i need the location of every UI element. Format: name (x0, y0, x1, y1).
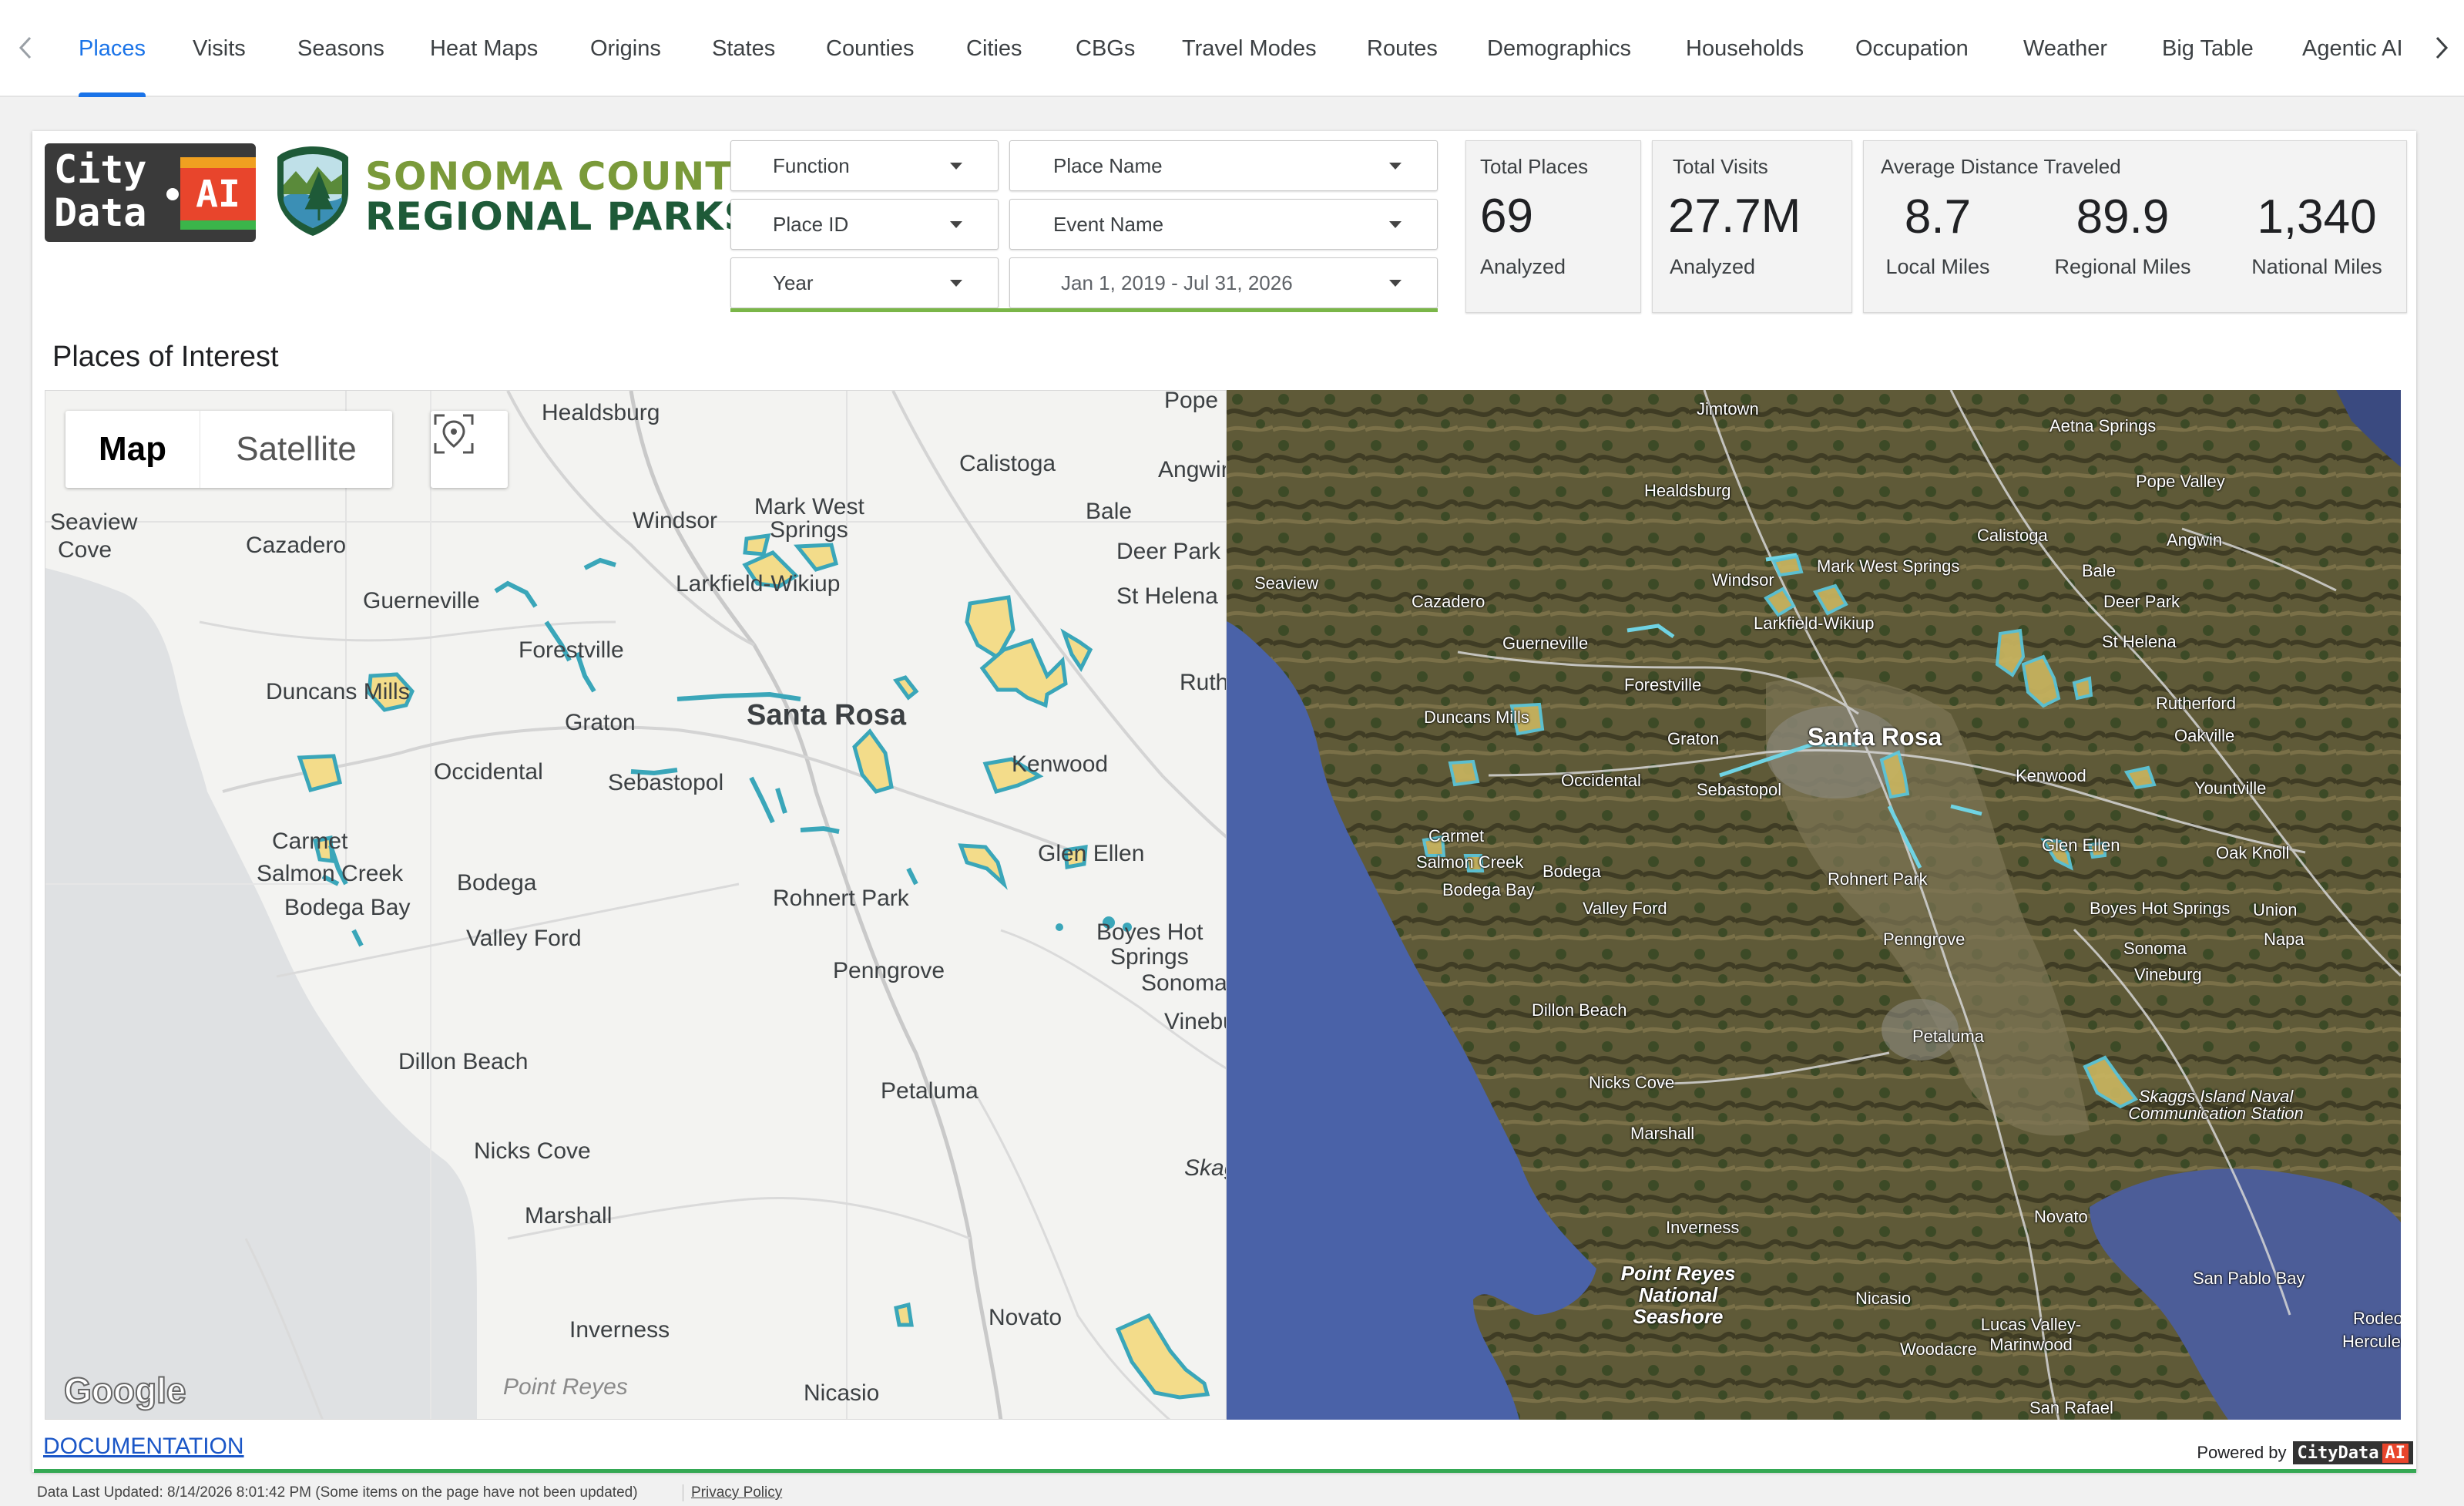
event-name-filter[interactable]: Event Name (1009, 199, 1438, 250)
local-miles-metric: 8.7 Local Miles (1885, 190, 1990, 278)
tab-routes[interactable]: Routes (1367, 0, 1438, 97)
tab-occupation[interactable]: Occupation (1855, 0, 1969, 97)
citydata-logo-ai: AI (180, 157, 256, 230)
place-name-filter[interactable]: Place Name (1009, 140, 1438, 191)
satellite-map[interactable]: Jimtown Aetna Springs Pope Valley Healds… (1227, 390, 2401, 1420)
nav-tab-strip: Places Visits Seasons Heat Maps Origins … (54, 0, 2415, 97)
documentation-link[interactable]: DOCUMENTATION (43, 1434, 244, 1460)
place-id-filter[interactable]: Place ID (730, 199, 999, 250)
tab-cities[interactable]: Cities (966, 0, 1022, 97)
tab-weather[interactable]: Weather (2023, 0, 2107, 97)
sonoma-county-parks-logo: SONOMA COUNTY REGIONAL PARKS (273, 143, 760, 242)
total-visits-card: Total Visits 27.7M Analyzed (1652, 140, 1852, 313)
tab-agentic-ai[interactable]: Agentic AI (2302, 0, 2403, 97)
tab-origins[interactable]: Origins (590, 0, 661, 97)
tab-states[interactable]: States (712, 0, 775, 97)
privacy-policy-link[interactable]: Privacy Policy (683, 1484, 782, 1501)
powered-by: Powered by CityData AI (2197, 1441, 2413, 1464)
tab-households[interactable]: Households (1686, 0, 1804, 97)
tab-seasons[interactable]: Seasons (297, 0, 384, 97)
dropdown-caret-icon (950, 163, 962, 170)
total-visits-value: 27.7M (1668, 190, 1801, 243)
year-filter[interactable]: Year (730, 257, 999, 308)
location-pin-icon (434, 414, 474, 454)
national-miles-metric: 1,340 National Miles (2251, 190, 2382, 278)
citydata-logo: City Data AI (45, 143, 256, 242)
regional-miles-metric: 89.9 Regional Miles (2054, 190, 2191, 278)
report-canvas: City Data AI SONOMA COUNTY REGIONAL PARK… (32, 131, 2416, 1472)
avg-distance-card: Average Distance Traveled 8.7 Local Mile… (1863, 140, 2407, 313)
dropdown-caret-icon (950, 280, 962, 287)
function-filter[interactable]: Function (730, 140, 999, 191)
section-title: Places of Interest (52, 341, 279, 373)
nav-scroll-left-icon[interactable] (3, 23, 49, 72)
last-updated-text: Data Last Updated: 8/14/2026 8:01:42 PM … (37, 1484, 638, 1501)
total-places-value: 69 (1480, 190, 1533, 243)
date-range-picker[interactable]: Jan 1, 2019 - Jul 31, 2026 (1009, 257, 1438, 308)
locate-button[interactable] (431, 411, 508, 488)
total-places-card: Total Places 69 Analyzed (1465, 140, 1641, 313)
nav-scroll-right-icon[interactable] (2418, 23, 2464, 72)
satellite-view-button[interactable]: Satellite (200, 411, 392, 488)
sonoma-logo-line2: REGIONAL PARKS (365, 194, 753, 239)
santa-rosa-label: Santa Rosa (747, 699, 906, 731)
tab-visits[interactable]: Visits (193, 0, 246, 97)
citydata-logo-dot (166, 188, 179, 200)
citydata-badge: CityData AI (2292, 1441, 2413, 1464)
tab-counties[interactable]: Counties (826, 0, 914, 97)
dropdown-caret-icon (1389, 221, 1402, 228)
google-logo: Google (63, 1370, 186, 1411)
dropdown-caret-icon (1389, 163, 1402, 170)
park-shield-icon (277, 146, 348, 236)
citydata-logo-text: City Data (54, 147, 147, 235)
tab-heat-maps[interactable]: Heat Maps (430, 0, 538, 97)
map-type-toggle: Map Satellite (65, 411, 392, 488)
tab-cbgs[interactable]: CBGs (1076, 0, 1135, 97)
tab-big-table[interactable]: Big Table (2162, 0, 2254, 97)
dropdown-caret-icon (950, 221, 962, 228)
roadmap-canvas (45, 391, 1226, 1419)
roadmap-map[interactable]: Healdsburg Pope Calistoga Angwin Seaview… (45, 390, 1227, 1420)
top-navigation: Places Visits Seasons Heat Maps Origins … (0, 0, 2464, 97)
sonoma-logo-line1: SONOMA COUNTY (365, 154, 761, 199)
tab-places[interactable]: Places (79, 0, 146, 97)
dropdown-caret-icon (1389, 280, 1402, 287)
tab-travel-modes[interactable]: Travel Modes (1182, 0, 1317, 97)
filter-accent-bar (730, 308, 1438, 312)
tab-demographics[interactable]: Demographics (1487, 0, 1631, 97)
footer-accent-bar (34, 1469, 2416, 1473)
map-view-button[interactable]: Map (65, 411, 200, 488)
